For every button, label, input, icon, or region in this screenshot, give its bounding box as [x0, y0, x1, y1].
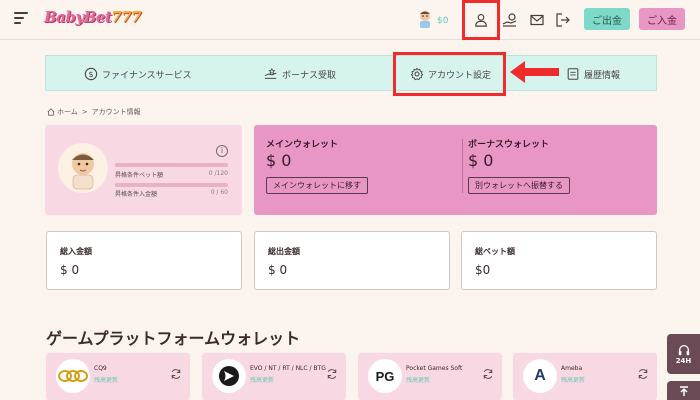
wallet-divider [462, 139, 463, 193]
coin-icon[interactable] [502, 12, 518, 28]
platform-card-cq9[interactable]: CQ9 残高更新 [46, 353, 190, 400]
bonus-wallet-title: ボーナスウォレット [468, 140, 550, 150]
breadcrumb-separator: > [81, 108, 88, 116]
home-icon[interactable] [47, 108, 55, 116]
total-bet-card: 総ベット額 $0 [461, 231, 657, 290]
account-nav: $ ファイナンスサービス ボーナス受取 アカウント設定 履歴情報 [45, 55, 657, 91]
refresh-icon[interactable] [482, 368, 494, 380]
stat-label: 総ベット額 [475, 247, 515, 256]
stat-value: $0 [475, 263, 491, 277]
nav-history[interactable]: 履歴情報 [566, 56, 620, 92]
deposit-progress-value: 0 / 60 [210, 189, 228, 196]
total-deposit-card: 総入金額 $ 0 [46, 231, 242, 290]
refresh-icon[interactable] [326, 368, 338, 380]
stat-label: 総出金額 [268, 247, 300, 256]
deposit-button[interactable]: ご入金 [639, 8, 685, 30]
nav-finance-services[interactable]: $ ファイナンスサービス [84, 56, 192, 92]
nav-bonus-receive[interactable]: ボーナス受取 [264, 56, 336, 92]
headset-icon [678, 344, 689, 356]
wallet-card: メインウォレット $ 0 メインウォレットに移す ボーナスウォレット $ 0 別… [254, 125, 657, 215]
header-balance: $0 [437, 16, 449, 26]
breadcrumb: ホーム > アカウント情報 [47, 107, 143, 117]
annotation-highlight-box [393, 52, 506, 96]
dollar-icon: $ [84, 67, 98, 81]
site-logo[interactable]: BabyBet777 [44, 8, 142, 32]
bet-progress-value: 0 /120 [208, 170, 228, 177]
baby-avatar-icon [72, 153, 94, 190]
platform-name: Ameba [561, 365, 583, 372]
cq9-logo-icon [58, 370, 88, 382]
bonus-wallet-amount: $ 0 [468, 151, 494, 170]
platform-name: Pocket Games Soft [406, 365, 463, 372]
deposit-progress-label: 昇格条件入金額 [115, 191, 158, 198]
stat-value: $ 0 [60, 263, 80, 277]
main-wallet-title: メインウォレット [266, 140, 339, 150]
scroll-top-button[interactable] [667, 381, 700, 400]
info-icon[interactable]: i [216, 145, 228, 157]
refresh-icon[interactable] [637, 368, 649, 380]
evo-logo-icon [219, 366, 239, 386]
avatar [58, 143, 108, 193]
main-wallet-transfer-button[interactable]: メインウォレットに移す [266, 177, 368, 194]
breadcrumb-home[interactable]: ホーム [57, 107, 78, 117]
history-icon [567, 68, 579, 80]
annotation-arrow-icon [510, 61, 559, 83]
menu-icon[interactable] [14, 12, 28, 24]
ameba-logo: A [523, 359, 557, 393]
platform-card-pg[interactable]: PG Pocket Games Soft 残高更新 [358, 353, 502, 400]
bonus-wallet-transfer-button[interactable]: 別ウォレットへ振替する [468, 177, 570, 194]
stat-label: 総入金額 [60, 247, 92, 256]
evo-logo [212, 359, 246, 393]
platform-status: 残高更新 [406, 377, 431, 384]
main-wallet-amount: $ 0 [266, 151, 292, 170]
logout-icon[interactable] [555, 12, 571, 28]
pg-logo: PG [368, 359, 402, 393]
refresh-icon[interactable] [170, 368, 182, 380]
bet-progress-label: 昇格条件ベット額 [115, 172, 164, 179]
breadcrumb-current: アカウント情報 [91, 108, 141, 116]
svg-text:$: $ [88, 70, 93, 79]
support-24h-button[interactable]: 24H [667, 334, 700, 374]
platform-name: CQ9 [94, 365, 107, 372]
withdraw-button[interactable]: ご出金 [584, 8, 630, 30]
platform-status: 残高更新 [250, 377, 275, 384]
platform-name: EVO / NT / RT / NLC / BTG [250, 365, 326, 372]
platform-card-ameba[interactable]: A Ameba 残高更新 [513, 353, 657, 400]
mail-icon[interactable] [529, 12, 545, 28]
top-header: BabyBet777 $0 ご出金 ご入金 [0, 0, 700, 40]
total-withdraw-card: 総出金額 $ 0 [254, 231, 450, 290]
user-icon [475, 14, 487, 27]
arrow-up-icon [679, 385, 688, 396]
platform-status: 残高更新 [94, 377, 119, 384]
user-button[interactable] [462, 0, 500, 40]
platform-wallet-title: ゲームプラットフォームウォレット [46, 329, 301, 348]
stat-value: $ 0 [268, 263, 288, 277]
profile-card: i 昇格条件ベット額 0 /120 昇格条件入金額 0 / 60 [45, 125, 242, 215]
baby-avatar-icon [420, 11, 430, 28]
gift-icon [264, 67, 277, 79]
bet-progress-bar [115, 163, 228, 167]
platform-card-evo[interactable]: EVO / NT / RT / NLC / BTG 残高更新 [202, 353, 346, 400]
cq9-logo [56, 359, 90, 393]
platform-status: 残高更新 [561, 377, 586, 384]
deposit-progress-bar [115, 183, 228, 187]
